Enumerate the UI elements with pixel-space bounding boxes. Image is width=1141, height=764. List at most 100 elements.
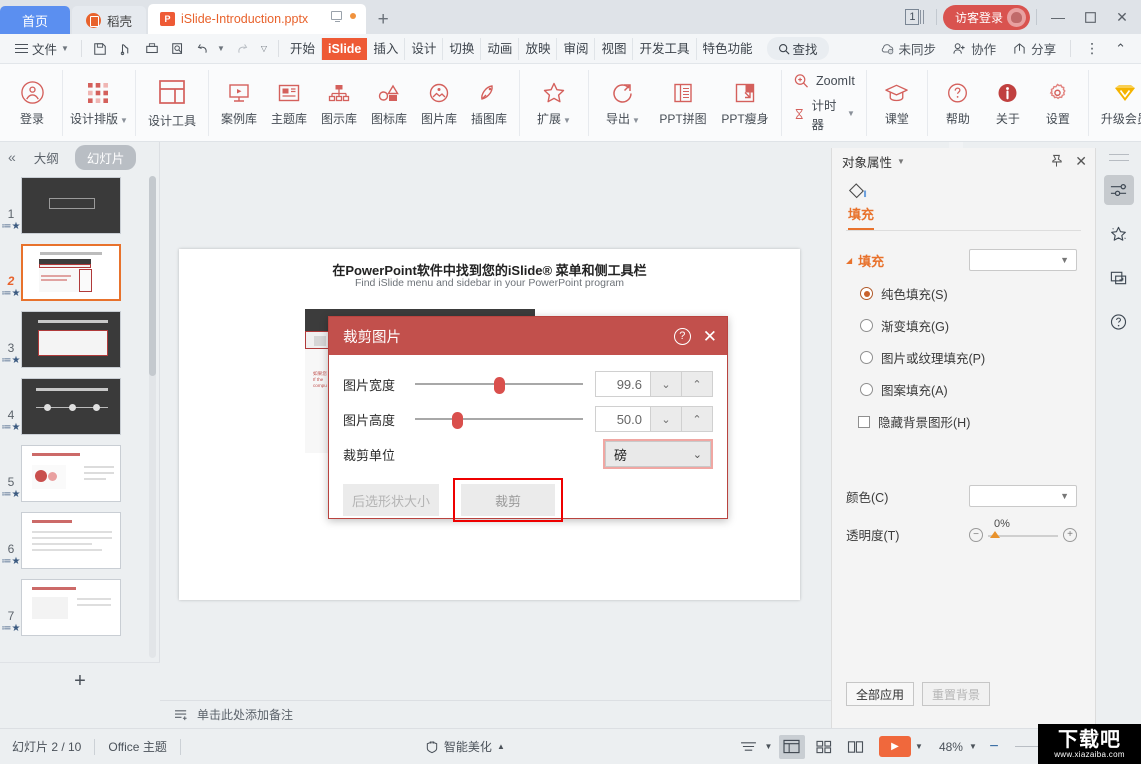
ribbon-design-tool-button[interactable]: 设计工具	[141, 71, 203, 135]
slider-knob[interactable]	[494, 377, 505, 394]
screenshot-icon[interactable]	[1104, 263, 1134, 293]
guest-login-button[interactable]: 访客登录	[943, 5, 1030, 30]
fill-option-gradient[interactable]: 渐变填充(G)	[832, 316, 1095, 335]
tab-docer[interactable]: 稻壳	[72, 6, 146, 34]
zoom-out-button[interactable]: −	[981, 735, 1007, 759]
ribbon-illustration-library-button[interactable]: 插图库	[464, 71, 514, 135]
slide-thumbnail-3[interactable]: 3 ≔★	[0, 306, 159, 373]
ribbon-about-button[interactable]: 关于	[983, 71, 1033, 135]
ribbon-case-library-button[interactable]: 案例库	[214, 71, 264, 135]
ribbon-upgrade-button[interactable]: 升级会员	[1094, 71, 1141, 135]
print-preview-icon[interactable]	[113, 37, 139, 61]
ribbon-timer-button[interactable]: 计时器 ▼	[787, 95, 861, 133]
reading-view-icon[interactable]	[843, 735, 869, 759]
collapse-panel-button[interactable]: «	[6, 149, 18, 165]
transparency-slider[interactable]: 0%	[988, 528, 1058, 542]
slide-sorter-icon[interactable]	[811, 735, 837, 759]
save-icon[interactable]	[87, 37, 113, 61]
smart-beautify-button[interactable]: 智能美化 ▲	[425, 738, 505, 755]
find-zoom-icon[interactable]	[165, 37, 191, 61]
slide-thumbnail-7[interactable]: 7 ≔★	[0, 574, 159, 641]
slider-knob[interactable]	[452, 412, 463, 429]
slide-thumbnail-1[interactable]: 1 ≔★	[0, 172, 159, 239]
ribbon-theme-library-button[interactable]: 主题库	[264, 71, 314, 135]
fill-option-pattern[interactable]: 图案填充(A)	[832, 380, 1095, 399]
slide-thumbnail-5[interactable]: 5 ≔★	[0, 440, 159, 507]
find-button[interactable]: 查找	[767, 37, 829, 60]
shape-size-button[interactable]: 后选形状大小	[343, 484, 439, 516]
share-button[interactable]: 分享	[1005, 39, 1063, 58]
apply-all-button[interactable]: 全部应用	[846, 682, 914, 706]
tab-home[interactable]: 首页	[0, 6, 70, 34]
transparency-decrease-button[interactable]: −	[969, 528, 983, 542]
reset-background-button[interactable]: 重置背景	[922, 682, 990, 706]
ribbon-export-button[interactable]: 导出▼	[594, 71, 652, 135]
maximize-button[interactable]	[1075, 0, 1105, 34]
slide-thumbnail-2[interactable]: 2 ≔★	[0, 239, 159, 306]
print-icon[interactable]	[139, 37, 165, 61]
fill-preset-combo[interactable]: ▼	[969, 249, 1077, 271]
customize-toolbar-icon[interactable]: ▽	[261, 44, 267, 53]
crop-unit-select[interactable]: 磅 ⌄	[605, 441, 711, 467]
outline-view-icon[interactable]	[736, 735, 762, 759]
fill-section-title[interactable]: ◢ 填充	[846, 251, 884, 270]
help-circle-icon[interactable]	[1104, 307, 1134, 337]
more-options-button[interactable]: ⋮	[1078, 40, 1106, 57]
ribbon-tab-transition[interactable]: 切换	[443, 38, 481, 60]
radio-gradient-fill[interactable]	[860, 319, 873, 332]
ribbon-tab-slideshow[interactable]: 放映	[519, 38, 557, 60]
document-count[interactable]: 1	[905, 9, 924, 25]
color-picker-combo[interactable]: ▼	[969, 485, 1077, 507]
start-slideshow-button[interactable]: ▶	[879, 736, 911, 757]
crop-button[interactable]: 裁剪	[461, 484, 555, 516]
ribbon-classroom-button[interactable]: 课堂	[872, 71, 922, 135]
scrollbar-thumb[interactable]	[149, 176, 156, 376]
hide-background-row[interactable]: 隐藏背景图形(H)	[832, 412, 1095, 431]
ribbon-ppt-collage-button[interactable]: PPT拼图	[652, 71, 714, 135]
ribbon-zoomit-button[interactable]: ZoomIt	[787, 73, 861, 89]
fill-option-picture[interactable]: 图片或纹理填充(P)	[832, 348, 1095, 367]
ribbon-design-layout-button[interactable]: 设计排版▼	[68, 71, 130, 135]
transparency-increase-button[interactable]: +	[1063, 528, 1077, 542]
image-width-slider[interactable]	[415, 375, 583, 393]
pin-icon[interactable]	[1050, 154, 1063, 168]
add-slide-button[interactable]: +	[0, 662, 160, 700]
ribbon-tab-start[interactable]: 开始	[284, 38, 322, 60]
image-width-value[interactable]: 99.6	[595, 371, 651, 397]
ribbon-tab-view[interactable]: 视图	[595, 38, 633, 60]
present-screen-icon[interactable]	[331, 11, 342, 20]
tab-outline[interactable]: 大纲	[28, 145, 65, 170]
image-height-decrement[interactable]: ⌄	[651, 406, 682, 432]
transparency-control[interactable]: − 0% +	[969, 528, 1077, 542]
close-icon[interactable]: ✕	[1075, 153, 1087, 170]
checkbox-hide-background[interactable]	[858, 416, 870, 428]
help-icon[interactable]: ?	[674, 328, 691, 345]
image-height-value[interactable]: 50.0	[595, 406, 651, 432]
image-width-increment[interactable]: ⌃	[682, 371, 713, 397]
undo-icon[interactable]	[191, 37, 217, 61]
ribbon-image-library-button[interactable]: 图片库	[414, 71, 464, 135]
file-menu[interactable]: 文件 ▼	[8, 37, 76, 61]
magic-star-icon[interactable]	[1104, 219, 1134, 249]
new-tab-button[interactable]: +	[368, 6, 398, 34]
radio-pattern-fill[interactable]	[860, 383, 873, 396]
image-width-spinner[interactable]: 99.6 ⌄ ⌃	[595, 371, 713, 397]
image-height-spinner[interactable]: 50.0 ⌄ ⌃	[595, 406, 713, 432]
image-height-slider[interactable]	[415, 410, 583, 428]
redo-icon[interactable]	[229, 37, 255, 61]
ribbon-login-button[interactable]: 登录	[7, 71, 57, 135]
ribbon-icon-library-button[interactable]: 图标库	[364, 71, 414, 135]
close-icon[interactable]: ✕	[703, 328, 717, 345]
ribbon-settings-button[interactable]: 设置	[1033, 71, 1083, 135]
slider-knob[interactable]	[990, 531, 1000, 538]
slide-thumbnail-4[interactable]: 4 ≔★	[0, 373, 159, 440]
minimize-button[interactable]: —	[1043, 0, 1073, 34]
collaborate-button[interactable]: 协作	[945, 39, 1003, 58]
ribbon-extension-button[interactable]: 扩展▼	[525, 71, 583, 135]
image-height-increment[interactable]: ⌃	[682, 406, 713, 432]
ribbon-ppt-compress-button[interactable]: PPT瘦身	[714, 71, 776, 135]
fill-option-solid[interactable]: 纯色填充(S)	[832, 284, 1095, 303]
collapse-ribbon-button[interactable]: ⌃	[1108, 41, 1133, 57]
theme-name[interactable]: Office 主题	[108, 738, 166, 755]
radio-picture-fill[interactable]	[860, 351, 873, 364]
